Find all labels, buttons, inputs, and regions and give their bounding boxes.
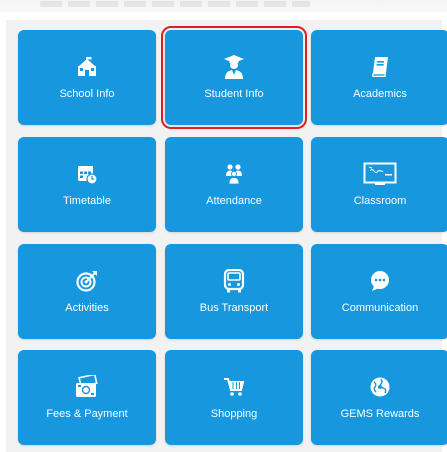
- tile-label: GEMS Rewards: [340, 408, 420, 420]
- tile-label: Activities: [65, 302, 109, 314]
- tile-label: Attendance: [206, 195, 262, 207]
- tile-gems-rewards[interactable]: GEMS Rewards: [311, 350, 447, 445]
- tile-timetable[interactable]: Timetable: [18, 137, 156, 232]
- tile-label: Classroom: [353, 195, 407, 207]
- tile-academics[interactable]: Academics: [311, 30, 447, 125]
- tile-label: Academics: [353, 88, 407, 100]
- top-header-strip: [0, 0, 447, 12]
- tile-label: Student Info: [204, 88, 264, 100]
- school-icon: [72, 52, 102, 82]
- calendar-clock-icon: [72, 159, 102, 189]
- tile-label: Fees & Payment: [46, 408, 128, 420]
- tile-shopping[interactable]: Shopping: [165, 350, 303, 445]
- tile-attendance[interactable]: Attendance: [165, 137, 303, 232]
- graduate-student-icon: [219, 52, 249, 82]
- globe-rewards-icon: [365, 372, 395, 402]
- bus-icon: [219, 266, 249, 296]
- tile-bus-transport[interactable]: Bus Transport: [165, 244, 303, 339]
- people-group-icon: [219, 159, 249, 189]
- tile-student-info[interactable]: Student Info: [161, 26, 307, 129]
- tile-label: Communication: [341, 302, 419, 314]
- shopping-cart-icon: [219, 372, 249, 402]
- chat-bubble-icon: [365, 266, 395, 296]
- tile-label: School Info: [59, 88, 115, 100]
- tile-label: Timetable: [63, 195, 111, 207]
- book-icon: [365, 52, 395, 82]
- tile-label: Shopping: [210, 408, 258, 420]
- chalkboard-icon: [362, 159, 398, 189]
- tile-school-info[interactable]: School Info: [18, 30, 156, 125]
- tile-communication[interactable]: Communication: [311, 244, 447, 339]
- faded-header-text: [40, 1, 310, 7]
- cash-payment-icon: [72, 372, 102, 402]
- tile-label: Bus Transport: [199, 302, 269, 314]
- target-icon: [72, 266, 102, 296]
- tile-classroom[interactable]: Classroom: [311, 137, 447, 232]
- tile-fees-payment[interactable]: Fees & Payment: [18, 350, 156, 445]
- tile-activities[interactable]: Activities: [18, 244, 156, 339]
